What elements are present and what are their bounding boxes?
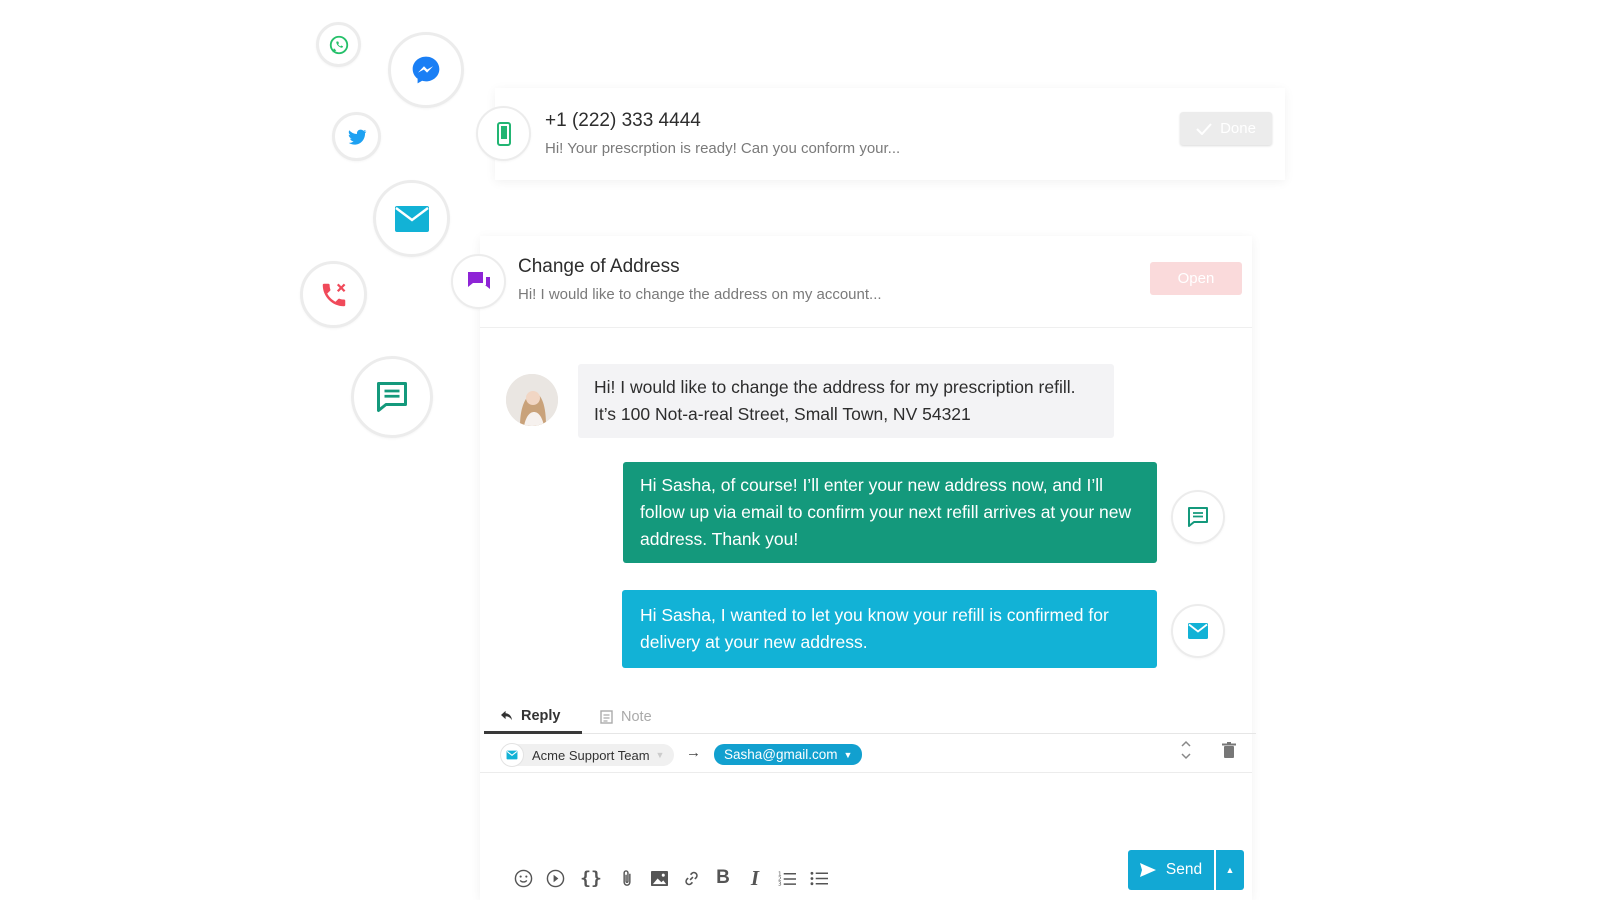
email-icon (394, 205, 429, 232)
phone-icon (322, 283, 345, 306)
canned-response-icon[interactable] (544, 867, 566, 889)
tab-reply[interactable]: Reply (484, 700, 582, 734)
italic-icon[interactable]: I (744, 866, 766, 890)
twitter-icon (348, 129, 366, 145)
numbered-list-icon[interactable]: 123 (776, 867, 798, 889)
attachment-icon[interactable] (616, 867, 638, 889)
messenger-channel[interactable] (388, 32, 464, 108)
whatsapp-icon (329, 35, 348, 54)
agent-chat-message: Hi Sasha, of course! I’ll enter your new… (623, 462, 1157, 563)
variables-braces-icon[interactable]: {} (576, 867, 606, 889)
open-button[interactable]: Open (1150, 262, 1242, 295)
email-icon (506, 750, 518, 760)
send-label: Send (1165, 861, 1203, 878)
to-label: Sasha@gmail.com (724, 747, 838, 762)
chat-channel[interactable] (351, 356, 433, 438)
arrow-right-icon: → (686, 744, 701, 761)
send-button[interactable]: Send (1128, 850, 1214, 890)
conversation-channel-badge (476, 106, 531, 161)
send-icon (1139, 863, 1156, 877)
message-channel-badge (1171, 604, 1225, 658)
composer-divider (480, 772, 1252, 773)
reply-arrow-icon (501, 710, 512, 721)
email-icon (1188, 623, 1208, 639)
chevron-up-icon: ▲ (1225, 865, 1235, 875)
bold-icon[interactable]: B (712, 867, 734, 889)
checkmark-icon (1196, 122, 1212, 135)
emoji-icon[interactable] (512, 867, 534, 889)
conversation-snippet: Hi! I would like to change the address o… (518, 286, 882, 303)
conversation-snippet: Hi! Your prescrption is ready! Can you c… (545, 140, 901, 157)
agent-email-message: Hi Sasha, I wanted to let you know your … (622, 590, 1157, 668)
tab-reply-label: Reply (521, 707, 561, 724)
chevron-down-icon: ▼ (655, 750, 665, 760)
chat-bubbles-icon (467, 271, 490, 289)
conversation-channel-badge (451, 254, 506, 309)
done-label: Done (1220, 120, 1256, 137)
chat-icon (1188, 507, 1208, 527)
messenger-icon (412, 56, 440, 84)
from-channel-badge (500, 743, 524, 767)
trash-icon[interactable] (1222, 742, 1236, 764)
expand-collapse-icon[interactable] (1180, 738, 1192, 766)
tab-note-label: Note (621, 709, 652, 725)
to-recipient-selector[interactable]: Sasha@gmail.com ▼ (714, 744, 863, 765)
customer-message: Hi! I would like to change the address f… (578, 364, 1114, 438)
chat-icon (377, 382, 407, 412)
email-channel[interactable] (373, 180, 450, 257)
from-selector[interactable]: Acme Support Team ▼ (500, 743, 675, 767)
reply-text-area[interactable] (480, 774, 1252, 844)
mobile-phone-icon (496, 121, 511, 146)
from-label: Acme Support Team (532, 747, 650, 763)
conversation-title: Change of Address (518, 256, 680, 277)
twitter-channel[interactable] (332, 112, 381, 161)
image-icon[interactable] (648, 867, 670, 889)
done-button[interactable]: Done (1180, 112, 1272, 145)
bullet-list-icon[interactable] (808, 867, 830, 889)
composer-tabs: Reply Note (484, 700, 1256, 734)
svg-text:3: 3 (778, 881, 782, 886)
open-label: Open (1177, 270, 1215, 287)
tab-note[interactable]: Note (592, 700, 652, 734)
customer-avatar (506, 374, 558, 426)
chevron-down-icon: ▼ (843, 749, 853, 760)
send-options-dropdown[interactable]: ▲ (1216, 850, 1244, 890)
whatsapp-channel[interactable] (316, 22, 361, 67)
conversation-title: +1 (222) 333 4444 (545, 110, 701, 131)
note-icon (600, 710, 613, 724)
formatting-toolbar: {} B I 123 (512, 864, 830, 892)
link-icon[interactable] (680, 867, 702, 889)
message-channel-badge (1171, 490, 1225, 544)
phone-channel[interactable] (300, 261, 367, 328)
